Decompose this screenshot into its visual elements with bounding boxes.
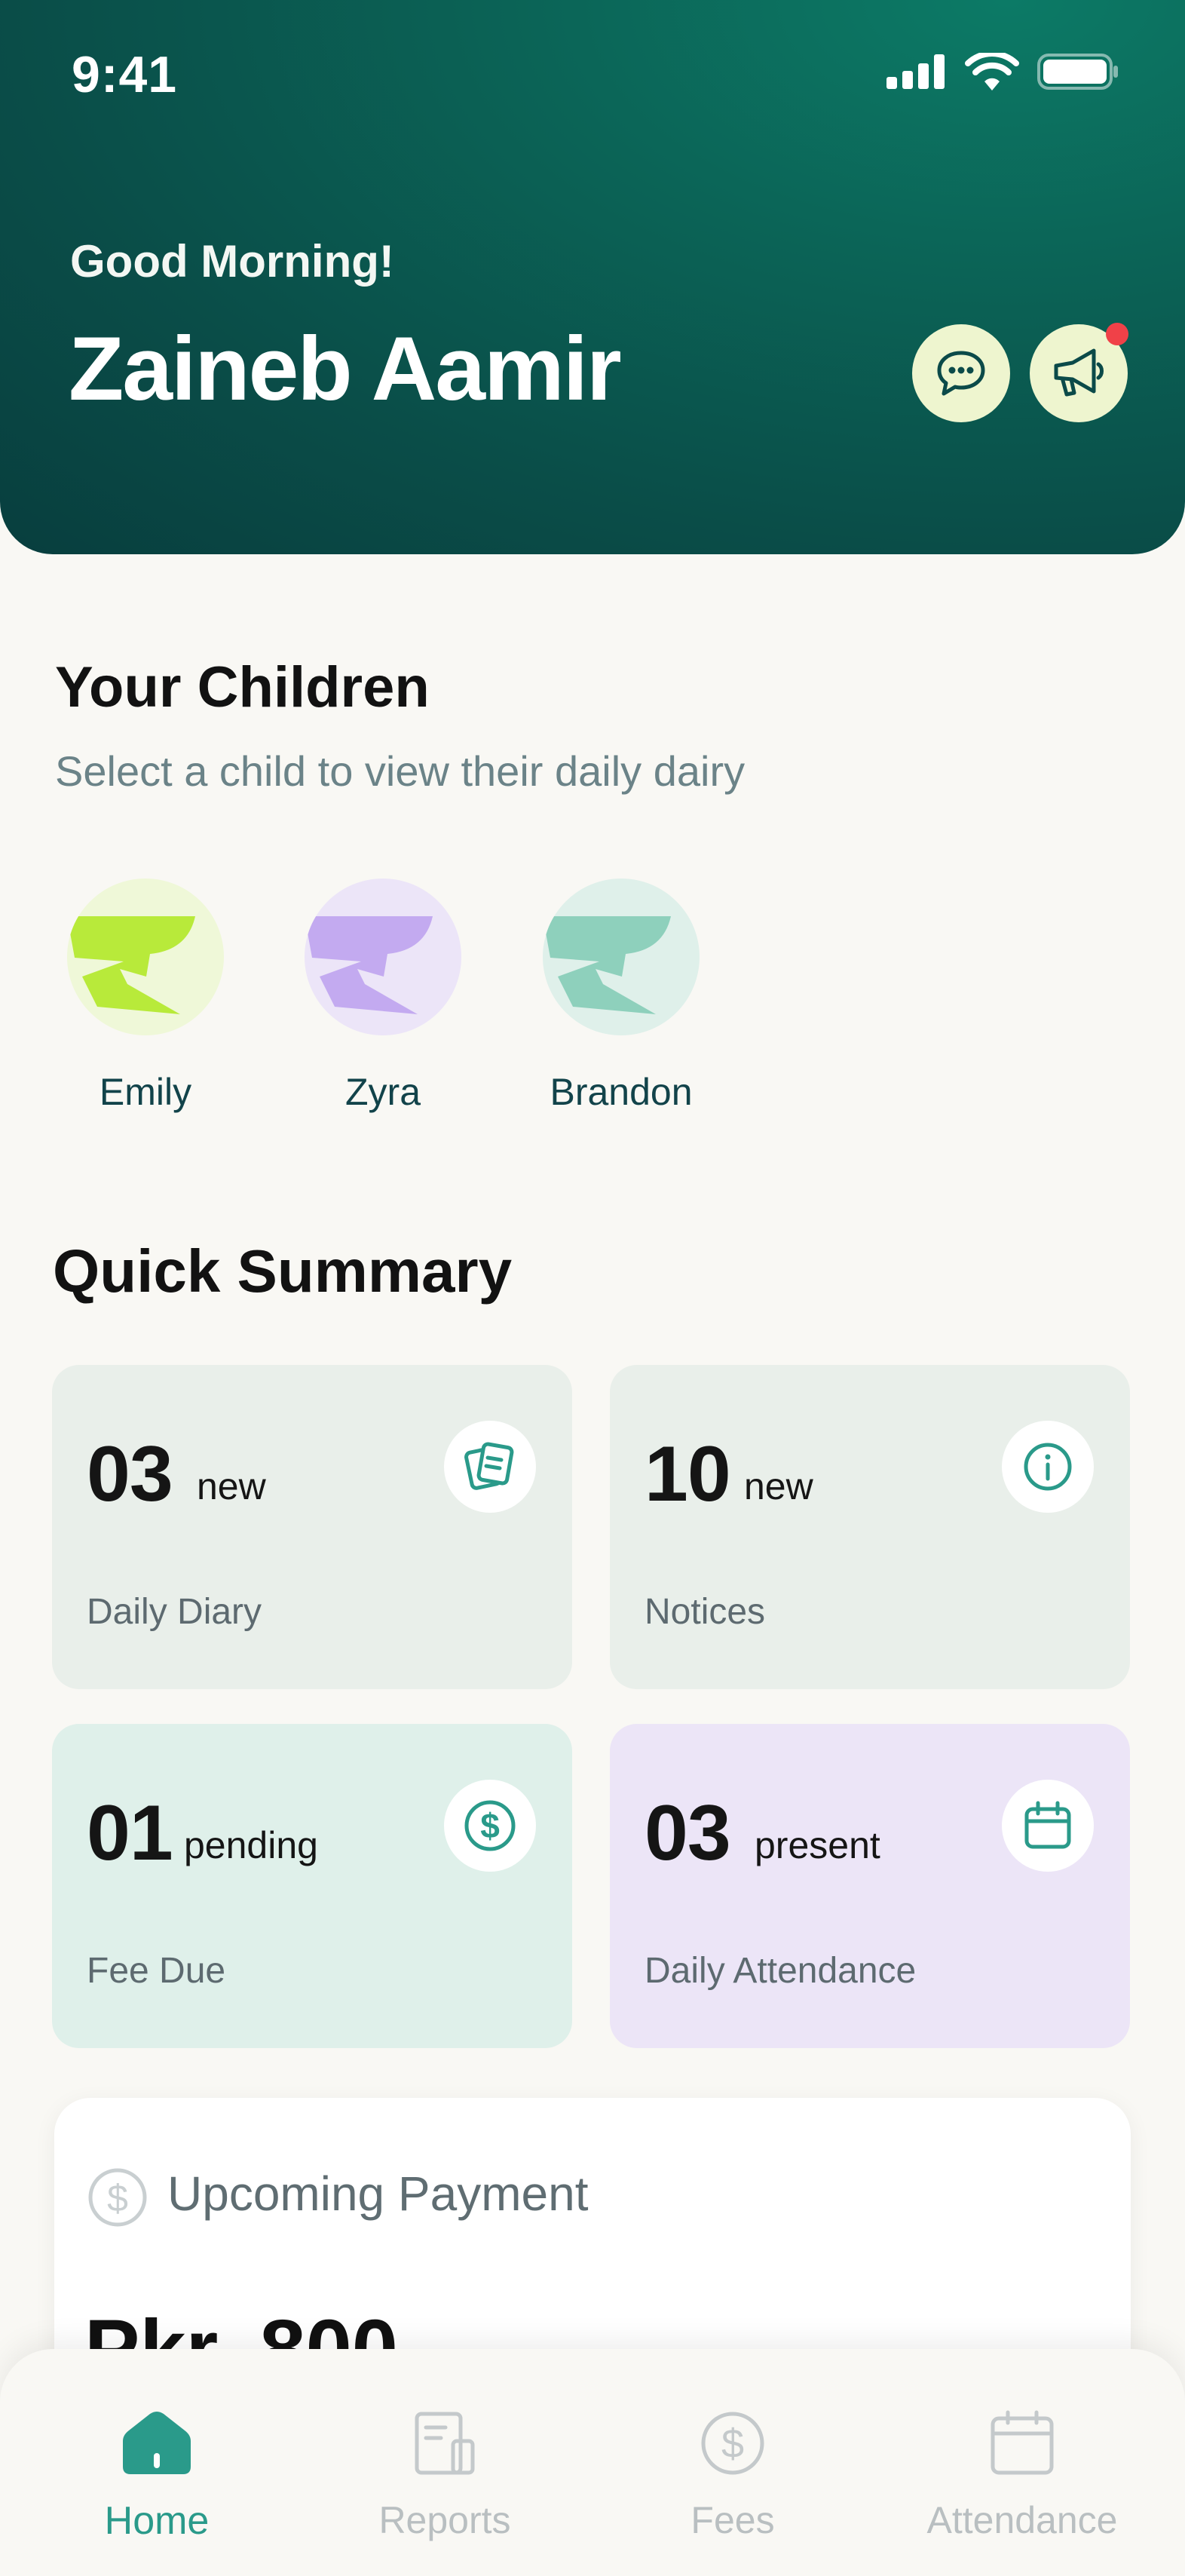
diary-icon <box>464 1442 514 1490</box>
calendar-icon <box>1024 1801 1071 1849</box>
child-item-zyra[interactable]: Zyra <box>304 879 462 1114</box>
calendar-icon <box>991 2410 1054 2475</box>
card-label: Fee Due <box>87 1951 226 1991</box>
child-avatar <box>305 879 461 1035</box>
dollar-icon: $ <box>464 1800 516 1851</box>
card-count: 03 <box>645 1789 731 1877</box>
summary-section-title: Quick Summary <box>53 1237 513 1305</box>
tab-home[interactable]: Home <box>44 2402 270 2544</box>
tab-icon-wrap <box>332 2402 558 2485</box>
payment-title: Upcoming Payment <box>167 2167 589 2221</box>
tab-fees[interactable]: $ Fees <box>620 2402 846 2542</box>
svg-text:$: $ <box>721 2421 744 2467</box>
chat-button[interactable] <box>912 324 1010 422</box>
summary-card-fee-due[interactable]: 01 pending Fee Due $ <box>52 1724 572 2048</box>
card-suffix: present <box>755 1824 880 1866</box>
card-icon-wrap <box>1002 1421 1094 1513</box>
status-icons <box>886 53 1119 90</box>
dollar-icon: $ <box>701 2412 764 2475</box>
tab-label: Home <box>104 2499 210 2543</box>
children-section-title: Your Children <box>55 655 430 719</box>
status-time: 9:41 <box>72 46 178 103</box>
home-icon <box>123 2412 191 2474</box>
card-icon-wrap: $ <box>444 1780 536 1872</box>
greeting-text: Good Morning! <box>70 236 394 287</box>
card-count: 03 <box>87 1431 173 1518</box>
child-avatar <box>543 879 700 1035</box>
children-section-subtitle: Select a child to view their daily dairy <box>55 747 746 795</box>
child-avatar <box>67 879 224 1035</box>
card-count: 10 <box>645 1431 731 1518</box>
cellular-signal-icon <box>886 54 945 89</box>
payment-icon-wrap: $ <box>86 2166 149 2233</box>
summary-card-daily-diary[interactable]: 03 new Daily Diary <box>52 1365 572 1689</box>
header: 9:41 Good Morning! Zaineb Aamir <box>0 0 1185 554</box>
child-item-emily[interactable]: Emily <box>66 879 225 1114</box>
avatar-illustration-icon <box>305 916 433 1014</box>
svg-text:$: $ <box>480 1806 500 1845</box>
notification-dot <box>1106 323 1128 345</box>
tab-icon-wrap <box>909 2402 1135 2485</box>
chat-bubble-icon <box>937 351 985 396</box>
megaphone-icon <box>1054 348 1104 397</box>
card-suffix: pending <box>184 1824 318 1866</box>
tab-label: Reports <box>378 2499 511 2541</box>
reports-icon <box>415 2412 475 2475</box>
svg-text:$: $ <box>107 2177 128 2219</box>
battery-icon <box>1037 54 1118 90</box>
child-name: Brandon <box>550 1071 693 1113</box>
card-label: Daily Attendance <box>645 1951 917 1991</box>
tab-attendance[interactable]: Attendance <box>909 2402 1135 2542</box>
tab-reports[interactable]: Reports <box>332 2402 558 2542</box>
status-bar: 9:41 <box>0 0 1185 151</box>
tab-icon-wrap: $ <box>620 2402 846 2485</box>
dollar-icon: $ <box>88 2168 147 2227</box>
summary-card-notices[interactable]: 10 new Notices <box>610 1365 1130 1689</box>
card-icon-wrap <box>1002 1780 1094 1872</box>
wifi-icon <box>965 53 1019 90</box>
card-icon-wrap <box>444 1421 536 1513</box>
info-icon <box>1024 1443 1072 1491</box>
card-suffix: new <box>197 1465 266 1507</box>
child-name: Zyra <box>345 1071 421 1113</box>
avatar-illustration-icon <box>543 916 671 1014</box>
avatar-illustration-icon <box>67 916 195 1014</box>
bottom-tab-bar: Home Reports $ Fees Attendance <box>0 2349 1185 2576</box>
child-item-brandon[interactable]: Brandon <box>542 879 700 1114</box>
tab-label: Attendance <box>926 2499 1118 2541</box>
user-name: Zaineb Aamir <box>69 318 622 419</box>
child-name: Emily <box>99 1071 192 1113</box>
summary-card-daily-attendance[interactable]: 03 present Daily Attendance <box>610 1724 1130 2048</box>
card-suffix: new <box>744 1465 813 1507</box>
card-count: 01 <box>87 1789 173 1877</box>
tab-label: Fees <box>690 2499 775 2541</box>
card-label: Daily Diary <box>87 1592 262 1632</box>
card-label: Notices <box>645 1592 766 1632</box>
tab-icon-wrap <box>44 2402 270 2485</box>
